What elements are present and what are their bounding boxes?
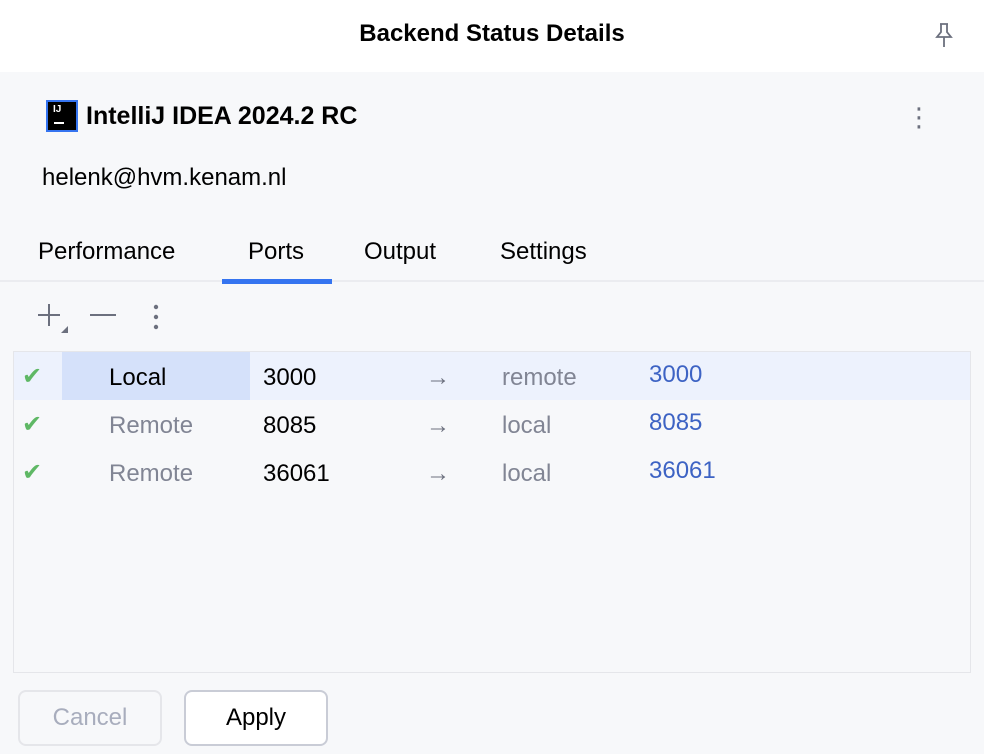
title-bar: Backend Status Details <box>0 0 984 72</box>
user-host: helenk@hvm.kenam.nl <box>42 164 286 192</box>
source-port: 36061 <box>263 460 330 488</box>
tab-output[interactable]: Output <box>364 238 436 282</box>
port-row[interactable]: ✔ Local 3000 → remote 3000 <box>14 352 970 400</box>
more-options-icon[interactable]: ⋮ <box>906 102 926 132</box>
port-type: Remote <box>109 460 193 488</box>
app-header: IJ IntelliJ IDEA 2024.2 RC <box>46 100 357 132</box>
port-type: Local <box>109 364 166 392</box>
source-port: 8085 <box>263 412 316 440</box>
target-host: remote <box>502 364 577 392</box>
target-port-link[interactable]: 36061 <box>649 457 716 485</box>
check-icon: ✔ <box>22 410 42 439</box>
target-port-link[interactable]: 3000 <box>649 361 702 389</box>
app-name: IntelliJ IDEA 2024.2 RC <box>86 102 357 131</box>
port-row[interactable]: ✔ Remote 36061 → local 36061 <box>14 448 970 496</box>
window-title: Backend Status Details <box>0 20 984 48</box>
cancel-button[interactable]: Cancel <box>18 690 162 746</box>
target-host: local <box>502 460 551 488</box>
tab-ports[interactable]: Ports <box>248 238 304 282</box>
tab-performance[interactable]: Performance <box>38 238 175 282</box>
port-row[interactable]: ✔ Remote 8085 → local 8085 <box>14 400 970 448</box>
apply-button[interactable]: Apply <box>184 690 328 746</box>
check-icon: ✔ <box>22 362 42 391</box>
source-port: 3000 <box>263 364 316 392</box>
intellij-logo-icon: IJ <box>46 100 78 132</box>
arrow-right-icon: → <box>426 364 450 392</box>
arrow-right-icon: → <box>426 460 450 488</box>
tab-settings[interactable]: Settings <box>500 238 587 282</box>
tab-bar: Performance Ports Output Settings <box>0 234 984 282</box>
arrow-right-icon: → <box>426 412 450 440</box>
remove-port-icon[interactable] <box>90 300 118 336</box>
target-port-link[interactable]: 8085 <box>649 409 702 437</box>
more-actions-icon[interactable] <box>148 302 164 338</box>
pin-icon[interactable] <box>932 22 956 48</box>
add-port-icon[interactable] <box>36 300 70 340</box>
port-type: Remote <box>109 412 193 440</box>
ports-table: ✔ Local 3000 → remote 3000✔ Remote 8085 … <box>13 351 971 673</box>
check-icon: ✔ <box>22 458 42 487</box>
target-host: local <box>502 412 551 440</box>
